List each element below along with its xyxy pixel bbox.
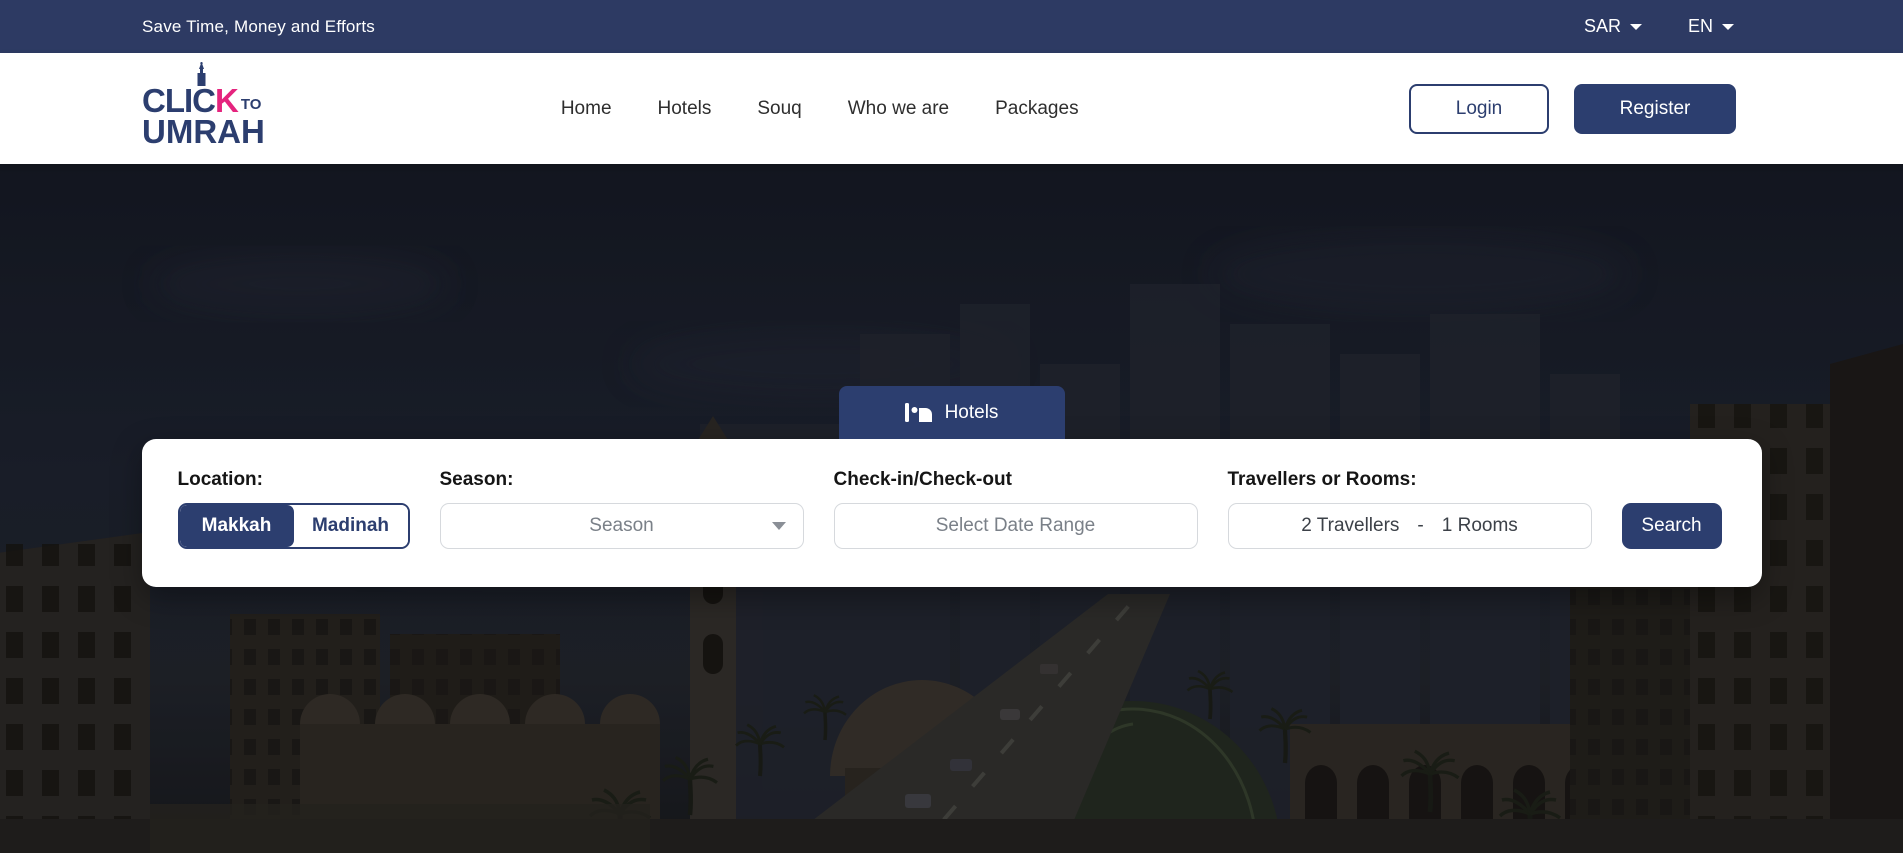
dates-field: Check-in/Check-out bbox=[833, 468, 1198, 549]
travellers-field: Travellers or Rooms: 2 Travellers - 1 Ro… bbox=[1227, 468, 1592, 549]
location-toggle: Makkah Madinah bbox=[177, 503, 410, 549]
main-nav: Home Hotels Souq Who we are Packages bbox=[561, 98, 1079, 120]
location-label: Location: bbox=[177, 469, 264, 490]
location-field: Location: Makkah Madinah bbox=[177, 468, 410, 549]
logo[interactable]: CLICK TO UMRAH bbox=[142, 61, 265, 150]
travellers-label: Travellers or Rooms: bbox=[1227, 469, 1417, 490]
season-field: Season: Season bbox=[439, 468, 804, 549]
logo-to: TO bbox=[240, 95, 262, 113]
logo-text-umrah: UMRAH bbox=[142, 112, 265, 150]
season-select-value: Season bbox=[589, 515, 654, 536]
minaret-icon bbox=[194, 61, 209, 90]
dates-label: Check-in/Check-out bbox=[833, 469, 1012, 490]
chevron-down-icon bbox=[1722, 23, 1734, 30]
makkah-button[interactable]: Makkah bbox=[179, 505, 294, 547]
tagline: Save Time, Money and Efforts bbox=[142, 16, 376, 36]
header: CLICK TO UMRAH Home Hotels Souq Who we ar… bbox=[0, 53, 1903, 164]
login-button[interactable]: Login bbox=[1409, 83, 1549, 134]
travellers-value: 2 Travellers bbox=[1301, 515, 1400, 536]
nav-item-who-we-are[interactable]: Who we are bbox=[848, 98, 949, 120]
season-label: Season: bbox=[439, 469, 514, 490]
hotels-tab-label: Hotels bbox=[944, 401, 999, 423]
chevron-down-icon bbox=[771, 522, 786, 530]
hotel-search-panel: Location: Makkah Madinah Season: Season … bbox=[141, 439, 1762, 587]
language-dropdown[interactable]: EN bbox=[1688, 16, 1734, 37]
travellers-rooms-input[interactable]: 2 Travellers - 1 Rooms bbox=[1227, 503, 1592, 549]
search-button[interactable]: Search bbox=[1621, 503, 1722, 549]
hotels-tab[interactable]: Hotels bbox=[838, 386, 1065, 439]
nav-item-hotels[interactable]: Hotels bbox=[658, 98, 712, 120]
madinah-button[interactable]: Madinah bbox=[293, 505, 408, 547]
bed-icon bbox=[904, 403, 932, 422]
date-range-input[interactable] bbox=[833, 503, 1198, 549]
topbar-right: SAR EN bbox=[1584, 16, 1734, 37]
nav-item-packages[interactable]: Packages bbox=[995, 98, 1078, 120]
nav-item-souq[interactable]: Souq bbox=[757, 98, 801, 120]
topbar: Save Time, Money and Efforts SAR EN bbox=[0, 0, 1903, 53]
chevron-down-icon bbox=[1629, 23, 1642, 30]
rooms-value: 1 Rooms bbox=[1441, 515, 1518, 536]
hero-section: Hotels Location: Makkah Madinah Season: … bbox=[0, 164, 1903, 853]
currency-label: SAR bbox=[1583, 16, 1621, 36]
language-label: EN bbox=[1687, 16, 1713, 36]
season-select[interactable]: Season bbox=[439, 503, 804, 549]
currency-dropdown[interactable]: SAR bbox=[1584, 16, 1642, 37]
nav-item-home[interactable]: Home bbox=[561, 98, 612, 120]
travellers-separator: - bbox=[1417, 515, 1424, 536]
register-button[interactable]: Register bbox=[1574, 83, 1736, 134]
header-actions: Login Register bbox=[1409, 83, 1736, 134]
